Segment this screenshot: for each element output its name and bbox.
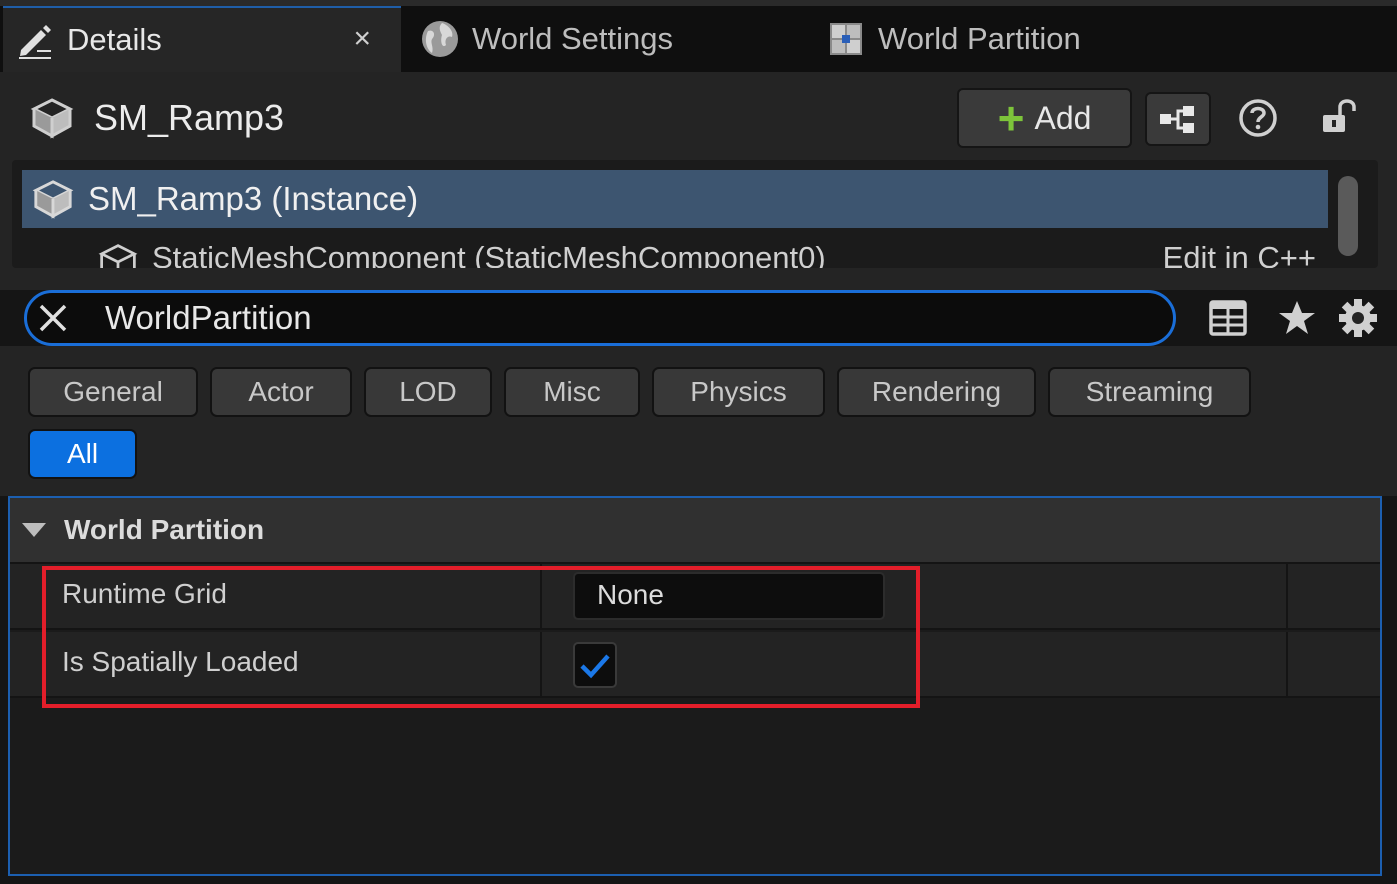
category-general[interactable]: General bbox=[28, 367, 198, 417]
tab-world-partition-label: World Partition bbox=[878, 21, 1081, 56]
tab-bar: Details × World Settings World Partition bbox=[0, 0, 1397, 72]
plus-icon: + bbox=[997, 92, 1025, 144]
tab-details-label: Details bbox=[67, 22, 162, 57]
category-streaming[interactable]: Streaming bbox=[1048, 367, 1251, 417]
blueprint-button[interactable] bbox=[1145, 92, 1211, 146]
tree-item-actor-label: SM_Ramp3 (Instance) bbox=[88, 180, 419, 217]
favorite-star-icon[interactable] bbox=[1277, 298, 1317, 338]
clear-search-icon[interactable] bbox=[37, 302, 69, 334]
tree-item-static-mesh-component[interactable]: StaticMeshComponent (StaticMeshComponent… bbox=[98, 232, 1328, 268]
category-physics[interactable]: Physics bbox=[652, 367, 825, 417]
category-misc[interactable]: Misc bbox=[504, 367, 640, 417]
details-pencil-icon bbox=[19, 25, 51, 59]
property-row-is-spatially-loaded: Is Spatially Loaded bbox=[10, 632, 1380, 698]
property-label: Runtime Grid bbox=[62, 578, 227, 609]
close-icon[interactable]: × bbox=[353, 22, 371, 56]
add-component-button[interactable]: + Add bbox=[957, 88, 1132, 148]
world-partition-icon bbox=[830, 23, 862, 55]
blueprint-icon bbox=[1160, 106, 1194, 133]
is-spatially-loaded-checkbox[interactable] bbox=[573, 642, 617, 688]
column-divider[interactable] bbox=[540, 632, 542, 698]
tab-world-settings[interactable]: World Settings bbox=[408, 6, 808, 72]
details-panel: World Partition Runtime Grid None Is Spa… bbox=[8, 496, 1382, 876]
edit-in-cpp-link[interactable]: Edit in C++ bbox=[1163, 240, 1316, 268]
tree-item-actor-instance[interactable]: SM_Ramp3 (Instance) bbox=[22, 170, 1328, 228]
category-actor[interactable]: Actor bbox=[210, 367, 352, 417]
category-lod[interactable]: LOD bbox=[364, 367, 492, 417]
category-rendering[interactable]: Rendering bbox=[837, 367, 1036, 417]
property-row-runtime-grid: Runtime Grid None bbox=[10, 564, 1380, 630]
section-title: World Partition bbox=[64, 514, 265, 545]
search-input[interactable] bbox=[105, 299, 1145, 337]
column-divider bbox=[1286, 564, 1288, 630]
actor-title: SM_Ramp3 bbox=[30, 96, 284, 140]
expand-arrow-icon[interactable] bbox=[22, 523, 46, 537]
tree-scrollbar[interactable] bbox=[1338, 176, 1358, 256]
globe-icon bbox=[422, 21, 458, 57]
checkmark-icon bbox=[580, 654, 610, 679]
tab-details[interactable]: Details × bbox=[3, 6, 401, 72]
mesh-cube-icon bbox=[32, 180, 74, 219]
component-tree: SM_Ramp3 (Instance) StaticMeshComponent … bbox=[12, 160, 1378, 268]
category-all[interactable]: All bbox=[28, 429, 137, 479]
add-button-label: Add bbox=[1034, 99, 1092, 136]
mesh-cube-icon bbox=[98, 244, 138, 268]
tab-world-settings-label: World Settings bbox=[472, 21, 674, 56]
unlock-icon[interactable] bbox=[1318, 95, 1360, 137]
column-divider bbox=[1286, 632, 1288, 698]
settings-gear-icon[interactable] bbox=[1337, 297, 1379, 339]
tab-world-partition[interactable]: World Partition bbox=[814, 6, 1214, 72]
section-world-partition[interactable]: World Partition bbox=[10, 498, 1380, 564]
runtime-grid-dropdown[interactable]: None bbox=[573, 572, 885, 620]
property-label: Is Spatially Loaded bbox=[62, 646, 299, 677]
help-icon[interactable] bbox=[1237, 97, 1279, 139]
table-view-icon[interactable] bbox=[1208, 298, 1248, 338]
actor-name: SM_Ramp3 bbox=[94, 97, 285, 138]
search-box bbox=[24, 290, 1176, 346]
column-divider[interactable] bbox=[540, 564, 542, 630]
mesh-cube-icon bbox=[30, 98, 74, 139]
tree-item-component-label: StaticMeshComponent (StaticMeshComponent… bbox=[152, 240, 826, 268]
